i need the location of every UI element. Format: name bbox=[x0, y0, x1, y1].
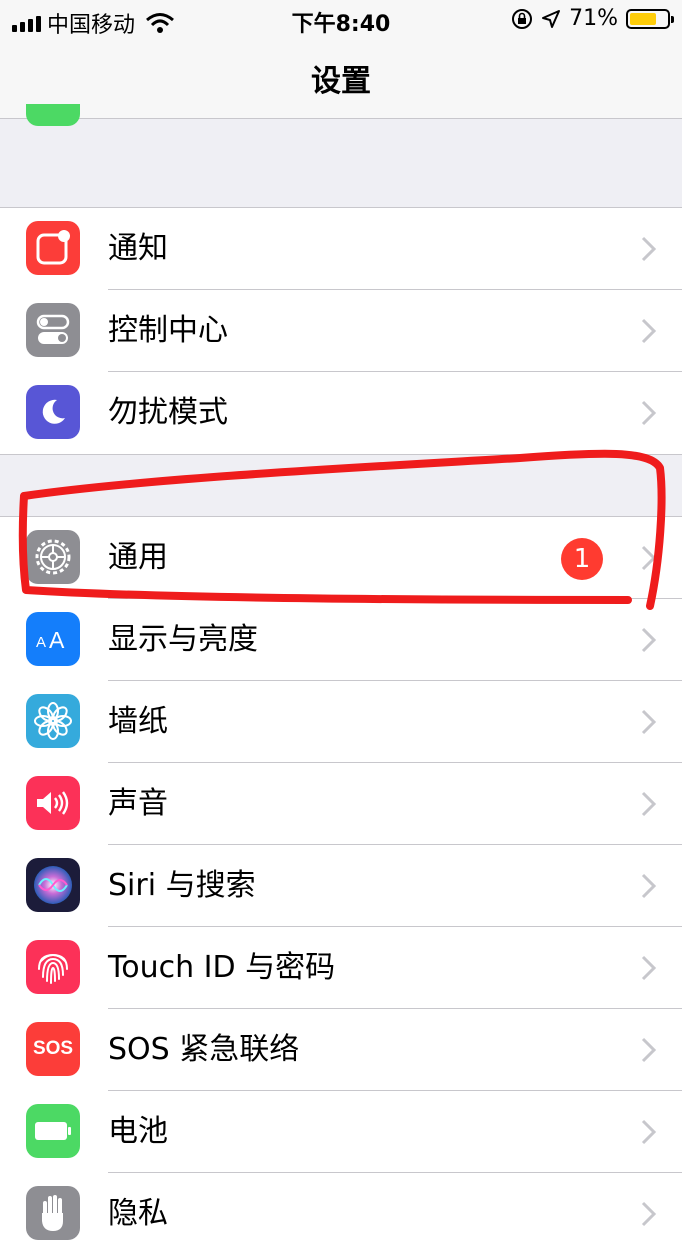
navigation-bar: 设置 bbox=[0, 40, 682, 119]
settings-row-label: 勿扰模式 bbox=[108, 395, 228, 430]
settings-row-siri-search[interactable]: Siri 与搜索 bbox=[0, 845, 682, 927]
display-brightness-icon: AA bbox=[26, 612, 80, 666]
chevron-right-icon bbox=[641, 791, 657, 817]
settings-row-label: Touch ID 与密码 bbox=[108, 950, 336, 985]
settings-row-sounds[interactable]: 声音 bbox=[0, 763, 682, 845]
battery-icon bbox=[26, 1104, 80, 1158]
settings-group-1: 通知 控制中心 勿扰模式 bbox=[0, 207, 682, 455]
page-title: 设置 bbox=[311, 64, 371, 99]
chevron-right-icon bbox=[641, 1119, 657, 1145]
location-arrow-icon bbox=[542, 9, 561, 28]
partially-visible-settings-icon bbox=[26, 104, 80, 126]
battery-percent: 71% bbox=[569, 6, 618, 31]
settings-row-control-center[interactable]: 控制中心 bbox=[0, 290, 682, 372]
notification-badge: 1 bbox=[561, 538, 603, 580]
settings-group-2: 通用 1 AA 显示与亮度 墙纸 声音 Siri 与搜索 Touch ID 与密… bbox=[0, 516, 682, 1255]
settings-row-display-brightness[interactable]: AA 显示与亮度 bbox=[0, 599, 682, 681]
siri-icon bbox=[26, 858, 80, 912]
settings-row-wallpaper[interactable]: 墙纸 bbox=[0, 681, 682, 763]
settings-row-label: 电池 bbox=[108, 1114, 168, 1149]
settings-row-battery[interactable]: 电池 bbox=[0, 1091, 682, 1173]
moon-icon bbox=[26, 385, 80, 439]
speaker-icon bbox=[26, 776, 80, 830]
settings-row-label: 声音 bbox=[108, 786, 168, 821]
battery-cap bbox=[671, 15, 674, 23]
wallpaper-flower-icon bbox=[26, 694, 80, 748]
settings-row-label: SOS 紧急联络 bbox=[108, 1032, 300, 1067]
chevron-right-icon bbox=[641, 873, 657, 899]
gear-icon bbox=[26, 530, 80, 584]
settings-row-label: 墙纸 bbox=[108, 704, 168, 739]
battery-indicator-icon bbox=[626, 8, 674, 29]
chevron-right-icon bbox=[641, 955, 657, 981]
control-center-icon bbox=[26, 303, 80, 357]
battery-fill bbox=[630, 12, 656, 25]
status-bar: 中国移动 下午8:40 71% bbox=[0, 0, 682, 40]
chevron-right-icon bbox=[641, 627, 657, 653]
fingerprint-icon bbox=[26, 940, 80, 994]
privacy-hand-icon bbox=[26, 1186, 80, 1240]
chevron-right-icon bbox=[641, 1201, 657, 1227]
settings-row-general[interactable]: 通用 1 bbox=[0, 517, 682, 599]
settings-row-emergency-sos[interactable]: SOS SOS 紧急联络 bbox=[0, 1009, 682, 1091]
status-bar-right: 71% bbox=[511, 6, 674, 31]
orientation-lock-icon bbox=[512, 8, 533, 29]
svg-text:A: A bbox=[49, 627, 65, 653]
settings-row-label: 通知 bbox=[108, 231, 168, 266]
settings-row-privacy[interactable]: 隐私 bbox=[0, 1173, 682, 1255]
notifications-icon bbox=[26, 221, 80, 275]
chevron-right-icon bbox=[641, 709, 657, 735]
settings-row-notifications[interactable]: 通知 bbox=[0, 208, 682, 290]
sos-icon-text: SOS bbox=[32, 1038, 74, 1059]
settings-row-label: 显示与亮度 bbox=[108, 622, 258, 657]
settings-row-label: Siri 与搜索 bbox=[108, 868, 256, 903]
settings-row-label: 隐私 bbox=[108, 1196, 168, 1231]
settings-row-touch-id-passcode[interactable]: Touch ID 与密码 bbox=[0, 927, 682, 1009]
settings-row-label: 控制中心 bbox=[108, 313, 228, 348]
chevron-right-icon bbox=[641, 1037, 657, 1063]
sos-icon: SOS bbox=[26, 1022, 80, 1076]
chevron-right-icon bbox=[641, 236, 657, 262]
chevron-right-icon bbox=[641, 400, 657, 426]
chevron-right-icon bbox=[641, 545, 657, 571]
settings-row-label: 通用 bbox=[108, 540, 168, 575]
chevron-right-icon bbox=[641, 318, 657, 344]
svg-text:A: A bbox=[36, 634, 46, 651]
settings-row-do-not-disturb[interactable]: 勿扰模式 bbox=[0, 372, 682, 454]
